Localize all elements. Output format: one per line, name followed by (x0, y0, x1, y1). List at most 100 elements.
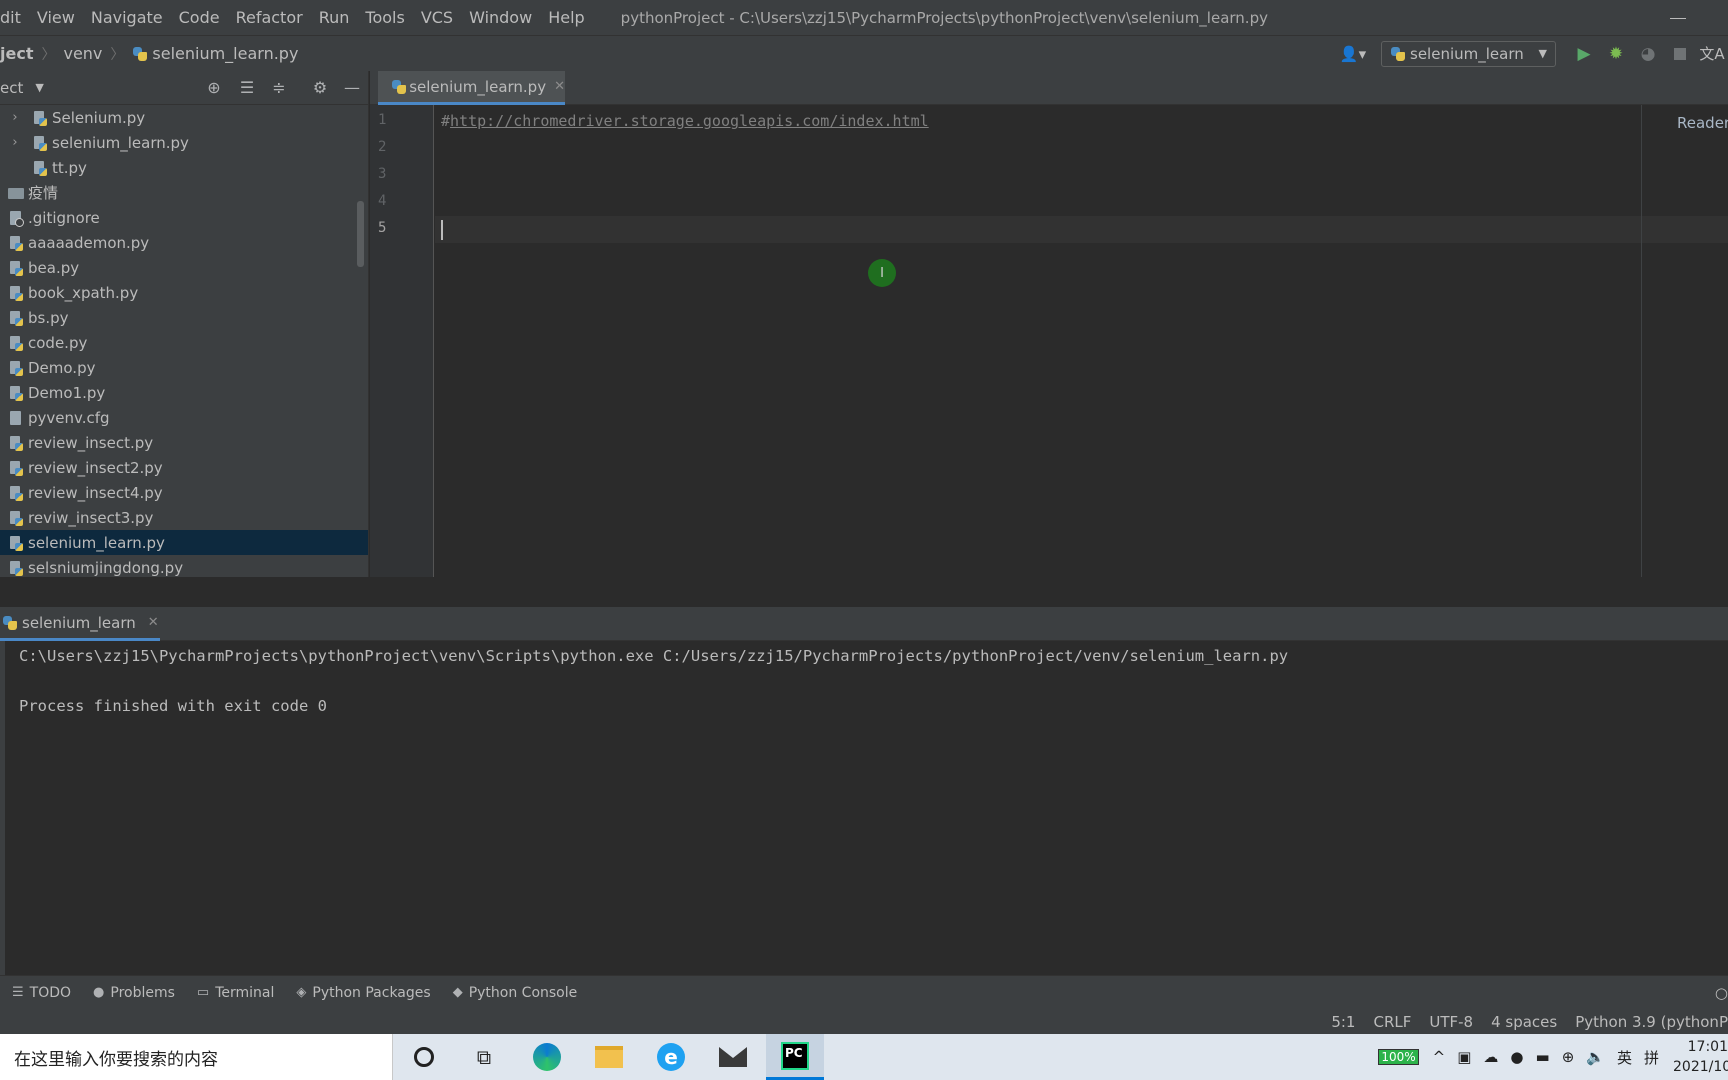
python-file-icon (8, 285, 24, 301)
coverage-icon[interactable]: ◕ (1632, 42, 1664, 66)
tab-run-selenium-learn[interactable]: selenium_learn ✕ (0, 607, 160, 641)
python-file-icon (32, 135, 48, 151)
camera-icon[interactable]: ▣ (1457, 1048, 1471, 1066)
clock[interactable]: 17:01 2021/10 (1673, 1037, 1728, 1077)
menu-window[interactable]: Window (461, 8, 540, 27)
translate-icon[interactable]: 文A (1696, 42, 1728, 66)
cloud-icon[interactable]: ☁ (1483, 1048, 1498, 1066)
microphone-icon[interactable]: ● (1510, 1048, 1523, 1066)
python-packages-button[interactable]: ◈ Python Packages (296, 985, 430, 1001)
tree-item[interactable]: › Selenium.py (0, 105, 368, 130)
user-icon[interactable]: 👤▾ (1337, 43, 1369, 65)
ime-language[interactable]: 英 (1617, 1047, 1632, 1068)
text-caret (441, 220, 443, 240)
task-view-icon[interactable]: ⧉ (455, 1034, 513, 1080)
tree-item[interactable]: 疫情 (0, 180, 368, 205)
edge-browser-icon[interactable] (518, 1034, 576, 1080)
python-file-icon (8, 485, 24, 501)
project-view-label[interactable]: ect (0, 79, 23, 97)
chevron-up-icon[interactable]: ^ (1433, 1048, 1446, 1066)
run-config-select[interactable]: selenium_learn ▼ (1381, 40, 1556, 67)
tree-item[interactable]: .gitignore (0, 205, 368, 230)
search-icon[interactable]: ○ (1715, 984, 1728, 1002)
menu-view[interactable]: View (29, 8, 83, 27)
tree-item[interactable]: selenium_learn.py (0, 530, 368, 555)
menu-help[interactable]: Help (540, 8, 592, 27)
menu-navigate[interactable]: Navigate (83, 8, 171, 27)
tab-selenium-learn[interactable]: selenium_learn.py ✕ (378, 71, 565, 105)
tree-item[interactable]: review_insect.py (0, 430, 368, 455)
breadcrumb-project[interactable]: ject (0, 44, 33, 63)
debug-icon[interactable]: ✹ (1600, 42, 1632, 66)
ime-mode[interactable]: 拼 (1644, 1047, 1659, 1068)
code-editor[interactable]: 1 2 3 4 5 #http://chromedriver.storage.g… (370, 105, 1728, 577)
file-encoding[interactable]: UTF-8 (1429, 1013, 1473, 1031)
tree-item[interactable]: Demo.py (0, 355, 368, 380)
menu-tools[interactable]: Tools (357, 8, 412, 27)
tree-item[interactable]: code.py (0, 330, 368, 355)
line-separator[interactable]: CRLF (1373, 1013, 1411, 1031)
tree-item[interactable]: bs.py (0, 305, 368, 330)
internet-explorer-icon[interactable]: e (642, 1034, 700, 1080)
tree-item[interactable]: review_insect2.py (0, 455, 368, 480)
battery-indicator[interactable]: 100% (1378, 1049, 1419, 1065)
volume-icon[interactable]: 🔈 (1586, 1048, 1605, 1066)
python-console-button[interactable]: ◆ Python Console (453, 985, 578, 1001)
close-icon[interactable]: ✕ (148, 615, 159, 630)
comment-hash: # (441, 112, 451, 130)
stop-icon[interactable] (1664, 42, 1696, 66)
tree-item[interactable]: tt.py (0, 155, 368, 180)
expand-all-icon[interactable]: ☰ (237, 79, 257, 97)
breadcrumb-folder[interactable]: venv (63, 44, 102, 63)
cursor-position[interactable]: 5:1 (1331, 1013, 1355, 1031)
python-interpreter[interactable]: Python 3.9 (pythonP (1575, 1013, 1728, 1031)
tree-item[interactable]: › selenium_learn.py (0, 130, 368, 155)
breadcrumb-file[interactable]: selenium_learn.py (152, 44, 298, 63)
mail-icon[interactable] (704, 1034, 762, 1080)
tree-item[interactable]: review_insect4.py (0, 480, 368, 505)
chevron-right-icon[interactable]: › (8, 110, 22, 125)
menu-run[interactable]: Run (311, 8, 358, 27)
network-icon[interactable]: ⊕ (1562, 1048, 1575, 1066)
windows-search-box[interactable]: 在这里输入你要搜索的内容 (0, 1034, 393, 1080)
menu-vcs[interactable]: VCS (413, 8, 461, 27)
run-icon[interactable]: ▶ (1568, 42, 1600, 66)
tree-item-label: Selenium.py (52, 108, 146, 127)
gear-icon[interactable]: ⚙ (310, 79, 330, 97)
comment-url-link[interactable]: http://chromedriver.storage.googleapis.c… (450, 112, 929, 130)
current-line-highlight (435, 216, 1728, 243)
hide-panel-icon[interactable]: — (342, 79, 362, 97)
menu-refactor[interactable]: Refactor (228, 8, 311, 27)
chevron-down-icon[interactable]: ▼ (35, 81, 43, 94)
chevron-right-icon[interactable]: › (8, 135, 22, 150)
todo-button[interactable]: ☰ TODO (12, 985, 71, 1001)
indent-setting[interactable]: 4 spaces (1491, 1013, 1557, 1031)
tree-item[interactable]: bea.py (0, 255, 368, 280)
tree-item-label: Demo1.py (28, 383, 106, 402)
pycharm-taskbar-icon[interactable]: PC (766, 1034, 824, 1080)
menu-code[interactable]: Code (171, 8, 228, 27)
right-margin-guide (1641, 105, 1642, 577)
file-explorer-icon[interactable] (580, 1034, 638, 1080)
tree-item-label: review_insect.py (28, 433, 154, 452)
collapse-all-icon[interactable]: ≑ (269, 79, 289, 97)
problems-button[interactable]: ● Problems (93, 985, 175, 1001)
tree-item[interactable]: pyvenv.cfg (0, 405, 368, 430)
search-placeholder: 在这里输入你要搜索的内容 (14, 1049, 218, 1070)
run-console-output[interactable]: C:\Users\zzj15\PycharmProjects\pythonPro… (0, 641, 1728, 975)
close-icon[interactable]: ✕ (554, 79, 565, 94)
tree-scrollbar[interactable] (357, 201, 364, 267)
tree-item[interactable]: reviw_insect3.py (0, 505, 368, 530)
project-tree: › Selenium.py › selenium_learn.py tt.py 疫情 .gi… (0, 105, 368, 607)
cortana-icon[interactable] (395, 1034, 453, 1080)
power-icon[interactable]: ▬ (1536, 1048, 1550, 1066)
minimize-button[interactable] (1670, 8, 1686, 24)
tree-item[interactable]: Demo1.py (0, 380, 368, 405)
line-number: 1 (378, 112, 387, 128)
reader-mode-toggle[interactable]: Reader (1677, 114, 1728, 132)
locate-icon[interactable]: ⊕ (204, 79, 224, 97)
menu-edit[interactable]: dit (0, 8, 29, 27)
tree-item[interactable]: book_xpath.py (0, 280, 368, 305)
terminal-button[interactable]: ▭ Terminal (197, 985, 274, 1001)
tree-item[interactable]: aaaaademon.py (0, 230, 368, 255)
